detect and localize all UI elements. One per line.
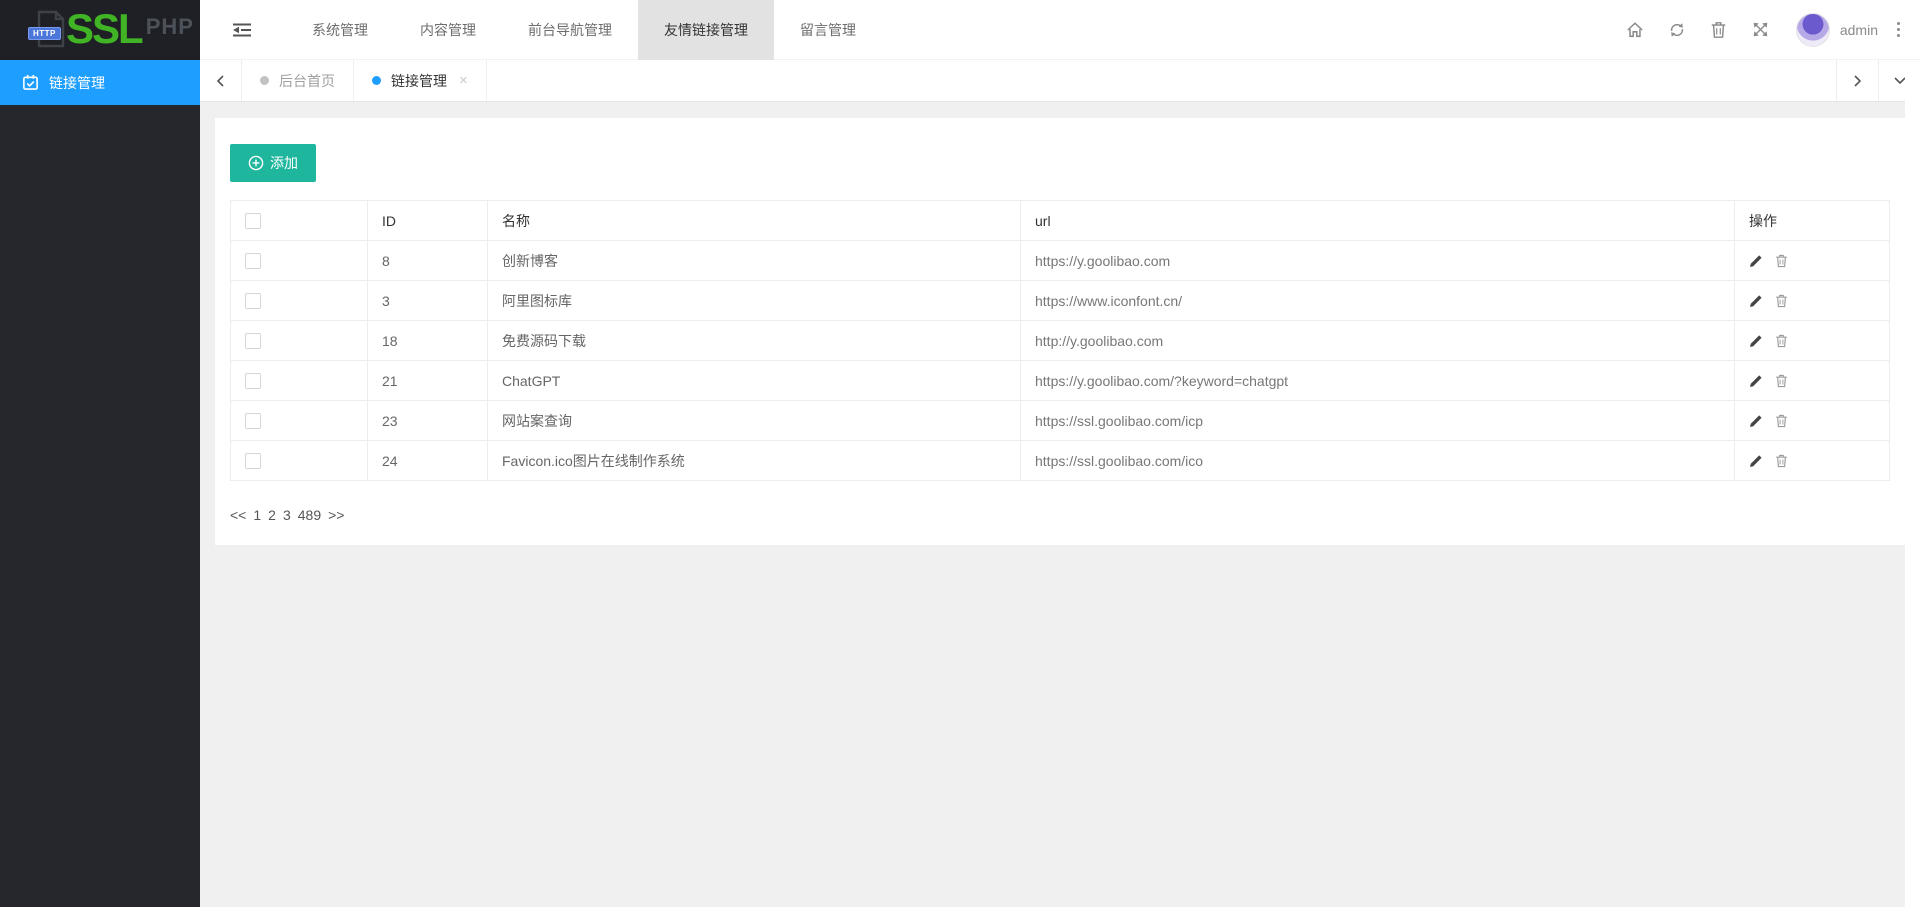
sidebar-item-label: 链接管理: [49, 73, 105, 93]
sidebar: HTTP SSL PHP 链接管理: [0, 0, 200, 907]
cell-name: 免费源码下载: [488, 321, 1021, 361]
cell-url: https://y.goolibao.com: [1021, 241, 1735, 281]
row-checkbox[interactable]: [245, 453, 261, 469]
http-badge: HTTP: [28, 27, 61, 40]
cell-name: Favicon.ico图片在线制作系统: [488, 441, 1021, 481]
delete-trash-icon[interactable]: [1775, 454, 1788, 468]
link-manage-card: 添加 ID 名称 url 操作: [215, 118, 1905, 545]
top-navigation: 系统管理 内容管理 前台导航管理 友情链接管理 留言管理: [286, 0, 882, 60]
username[interactable]: admin: [1840, 22, 1878, 38]
topbar-right: admin: [1614, 0, 1920, 60]
nav-item-system[interactable]: 系统管理: [286, 0, 394, 60]
delete-trash-icon[interactable]: [1775, 374, 1788, 388]
home-icon[interactable]: [1614, 0, 1656, 60]
sidebar-item-link-manage[interactable]: 链接管理: [0, 60, 200, 105]
table-row: 18 免费源码下载 http://y.goolibao.com: [231, 321, 1890, 361]
tab-bar: 后台首页 链接管理 ×: [200, 60, 1920, 102]
page-number[interactable]: 3: [283, 507, 291, 523]
cell-url: https://ssl.goolibao.com/icp: [1021, 401, 1735, 441]
table-row: 3 阿里图标库 https://www.iconfont.cn/: [231, 281, 1890, 321]
nav-item-friend-links[interactable]: 友情链接管理: [638, 0, 774, 60]
edit-pencil-icon[interactable]: [1749, 454, 1763, 468]
table-row: 21 ChatGPT https://y.goolibao.com/?keywo…: [231, 361, 1890, 401]
app-root: HTTP SSL PHP 链接管理: [0, 0, 1920, 907]
tab-label: 后台首页: [279, 71, 335, 91]
cell-name: 阿里图标库: [488, 281, 1021, 321]
edit-pencil-icon[interactable]: [1749, 414, 1763, 428]
nav-item-front-nav[interactable]: 前台导航管理: [502, 0, 638, 60]
add-button-label: 添加: [270, 153, 298, 173]
row-checkbox[interactable]: [245, 413, 261, 429]
row-checkbox[interactable]: [245, 333, 261, 349]
delete-trash-icon[interactable]: [1775, 294, 1788, 308]
page-number[interactable]: 2: [268, 507, 276, 523]
page-next[interactable]: >>: [328, 507, 344, 523]
refresh-icon[interactable]: [1656, 0, 1698, 60]
row-checkbox[interactable]: [245, 253, 261, 269]
calendar-check-icon: [22, 74, 39, 91]
nav-item-messages[interactable]: 留言管理: [774, 0, 882, 60]
top-header: 系统管理 内容管理 前台导航管理 友情链接管理 留言管理: [200, 0, 1920, 60]
col-header-name: 名称: [488, 201, 1021, 241]
add-button[interactable]: 添加: [230, 144, 316, 182]
cell-url: http://y.goolibao.com: [1021, 321, 1735, 361]
circle-plus-icon: [248, 155, 264, 171]
table-row: 24 Favicon.ico图片在线制作系统 https://ssl.gooli…: [231, 441, 1890, 481]
tab-label: 链接管理: [391, 71, 447, 91]
logo-ssl-text: SSL: [66, 6, 142, 52]
page-number[interactable]: 1: [253, 507, 261, 523]
cell-url: https://www.iconfont.cn/: [1021, 281, 1735, 321]
logo-php-text: PHP: [146, 16, 194, 38]
delete-trash-icon[interactable]: [1775, 334, 1788, 348]
nav-item-content[interactable]: 内容管理: [394, 0, 502, 60]
pagination: << 1 2 3 489 >>: [230, 507, 1890, 523]
cell-name: ChatGPT: [488, 361, 1021, 401]
row-checkbox[interactable]: [245, 293, 261, 309]
table-row: 8 创新博客 https://y.goolibao.com: [231, 241, 1890, 281]
more-vertical-icon[interactable]: [1878, 0, 1918, 60]
cell-name: 创新博客: [488, 241, 1021, 281]
edit-pencil-icon[interactable]: [1749, 374, 1763, 388]
delete-trash-icon[interactable]: [1775, 254, 1788, 268]
tabs-scroll-right-icon[interactable]: [1836, 60, 1878, 101]
page-number[interactable]: 489: [298, 507, 321, 523]
collapse-sidebar-icon[interactable]: [226, 16, 258, 44]
col-header-ops: 操作: [1735, 201, 1890, 241]
col-header-url: url: [1021, 201, 1735, 241]
cell-url: https://ssl.goolibao.com/ico: [1021, 441, 1735, 481]
links-table: ID 名称 url 操作 8 创新博客 https://y.g: [230, 200, 1890, 481]
sidebar-menu: 链接管理: [0, 60, 200, 105]
trash-icon[interactable]: [1698, 0, 1740, 60]
select-all-checkbox[interactable]: [245, 213, 261, 229]
expand-icon[interactable]: [1740, 0, 1782, 60]
edit-pencil-icon[interactable]: [1749, 294, 1763, 308]
main-area: 系统管理 内容管理 前台导航管理 友情链接管理 留言管理: [200, 0, 1920, 907]
tab-link-manage[interactable]: 链接管理 ×: [354, 60, 487, 101]
edit-pencil-icon[interactable]: [1749, 254, 1763, 268]
col-header-id: ID: [368, 201, 488, 241]
page-prev[interactable]: <<: [230, 507, 246, 523]
table-header-row: ID 名称 url 操作: [231, 201, 1890, 241]
table-row: 23 网站案查询 https://ssl.goolibao.com/icp: [231, 401, 1890, 441]
edit-pencil-icon[interactable]: [1749, 334, 1763, 348]
tab-dot: [260, 76, 269, 85]
content-area: 添加 ID 名称 url 操作: [200, 102, 1920, 907]
delete-trash-icon[interactable]: [1775, 414, 1788, 428]
avatar[interactable]: [1796, 13, 1830, 47]
cell-url: https://y.goolibao.com/?keyword=chatgpt: [1021, 361, 1735, 401]
tab-dashboard[interactable]: 后台首页: [242, 60, 354, 101]
tab-dot: [372, 76, 381, 85]
row-checkbox[interactable]: [245, 373, 261, 389]
cell-id: 23: [368, 401, 488, 441]
close-tab-icon[interactable]: ×: [459, 73, 468, 88]
cell-id: 3: [368, 281, 488, 321]
cell-id: 24: [368, 441, 488, 481]
cell-id: 18: [368, 321, 488, 361]
cell-name: 网站案查询: [488, 401, 1021, 441]
logo: HTTP SSL PHP: [0, 0, 200, 60]
cell-id: 8: [368, 241, 488, 281]
tabs-scroll-left-icon[interactable]: [200, 60, 242, 101]
scrollbar-track[interactable]: [1905, 60, 1920, 907]
cell-id: 21: [368, 361, 488, 401]
